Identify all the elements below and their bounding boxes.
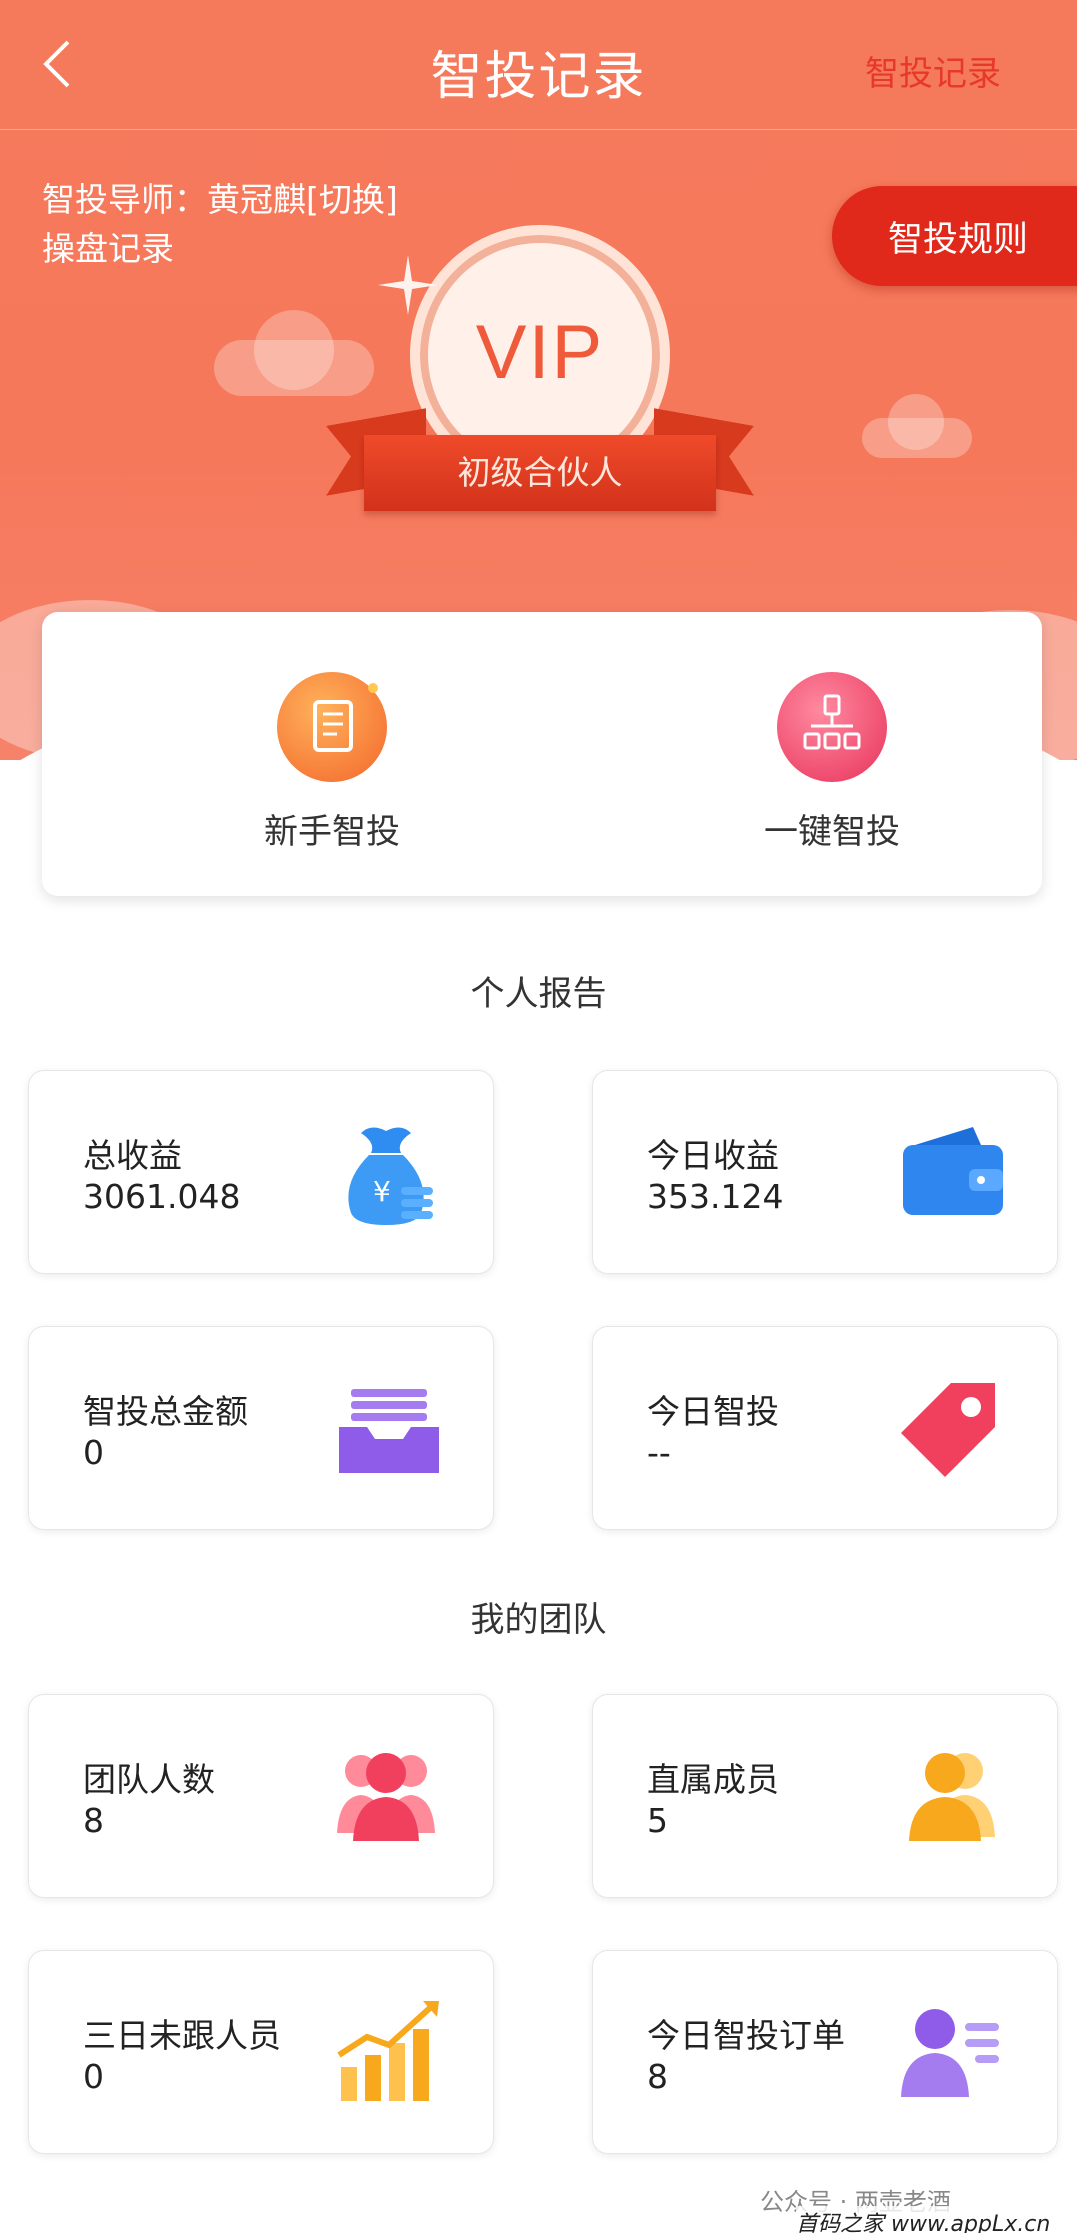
quick-action-oneclick[interactable]: 一键智投 [682, 672, 982, 853]
rules-button[interactable]: 智投规则 [832, 186, 1077, 286]
stat-value: -- [647, 1433, 671, 1472]
wallet-icon [903, 1127, 1003, 1215]
stat-card-today-earnings[interactable]: 今日收益 353.124 [592, 1070, 1058, 1274]
stat-value: 0 [83, 2057, 104, 2096]
group-icon [337, 1753, 435, 1841]
stat-card-inactive-3days[interactable]: 三日未跟人员 0 [28, 1950, 494, 2154]
stat-card-total-earnings[interactable]: 总收益 3061.048 ¥ [28, 1070, 494, 1274]
inbox-tray-icon [339, 1389, 439, 1473]
tag-icon [901, 1383, 995, 1477]
members-icon [909, 1753, 995, 1841]
sparkle-icon [378, 255, 438, 315]
stat-label: 总收益 [83, 1136, 182, 1175]
stat-label: 今日智投 [647, 1392, 779, 1431]
stat-card-total-amount[interactable]: 智投总金额 0 [28, 1326, 494, 1530]
stat-value: 0 [83, 1433, 104, 1472]
notebook-icon [277, 672, 387, 782]
quick-action-label: 一键智投 [764, 812, 900, 852]
user-card-icon [901, 2009, 999, 2097]
personal-report-title: 个人报告 [470, 974, 607, 1014]
stat-card-today-invest[interactable]: 今日智投 -- [592, 1326, 1058, 1530]
stat-value: 8 [647, 2057, 668, 2096]
stat-label: 团队人数 [83, 1760, 215, 1799]
stat-card-team-size[interactable]: 团队人数 8 [28, 1694, 494, 1898]
stat-label: 今日智投订单 [647, 2016, 845, 2055]
stat-label: 今日收益 [647, 1136, 779, 1175]
vip-label: VIP [475, 310, 605, 395]
my-team-title: 我的团队 [470, 1600, 607, 1640]
stat-card-direct-members[interactable]: 直属成员 5 [592, 1694, 1058, 1898]
vip-badge: VIP 初级合伙人 [320, 225, 760, 525]
org-chart-icon [777, 672, 887, 782]
growth-chart-icon [337, 2001, 439, 2101]
stat-value: 5 [647, 1801, 668, 1840]
mentor-switch[interactable]: 智投导师：黄冠麒[切换] [42, 176, 398, 224]
stat-label: 三日未跟人员 [83, 2016, 281, 2055]
stat-value: 8 [83, 1801, 104, 1840]
svg-text:¥: ¥ [373, 1175, 391, 1208]
trade-records-link[interactable]: 操盘记录 [42, 222, 174, 270]
quick-actions-card: 新手智投 一键智投 [42, 612, 1042, 896]
cloud-decoration [862, 390, 972, 460]
records-nav-link[interactable]: 智投记录 [865, 46, 1001, 95]
navbar: 智投记录 智投记录 [0, 0, 1077, 130]
stat-card-today-orders[interactable]: 今日智投订单 8 [592, 1950, 1058, 2154]
quick-action-newbie[interactable]: 新手智投 [182, 672, 482, 853]
stat-label: 直属成员 [647, 1760, 779, 1799]
stat-value: 353.124 [647, 1177, 784, 1216]
money-bag-icon: ¥ [348, 1127, 433, 1225]
vip-level-ribbon: 初级合伙人 [364, 435, 716, 511]
stat-label: 智投总金额 [83, 1392, 248, 1431]
site-watermark: 首码之家 www.appLx.cn [796, 2206, 1051, 2233]
stat-value: 3061.048 [83, 1177, 241, 1216]
quick-action-label: 新手智投 [264, 812, 400, 852]
